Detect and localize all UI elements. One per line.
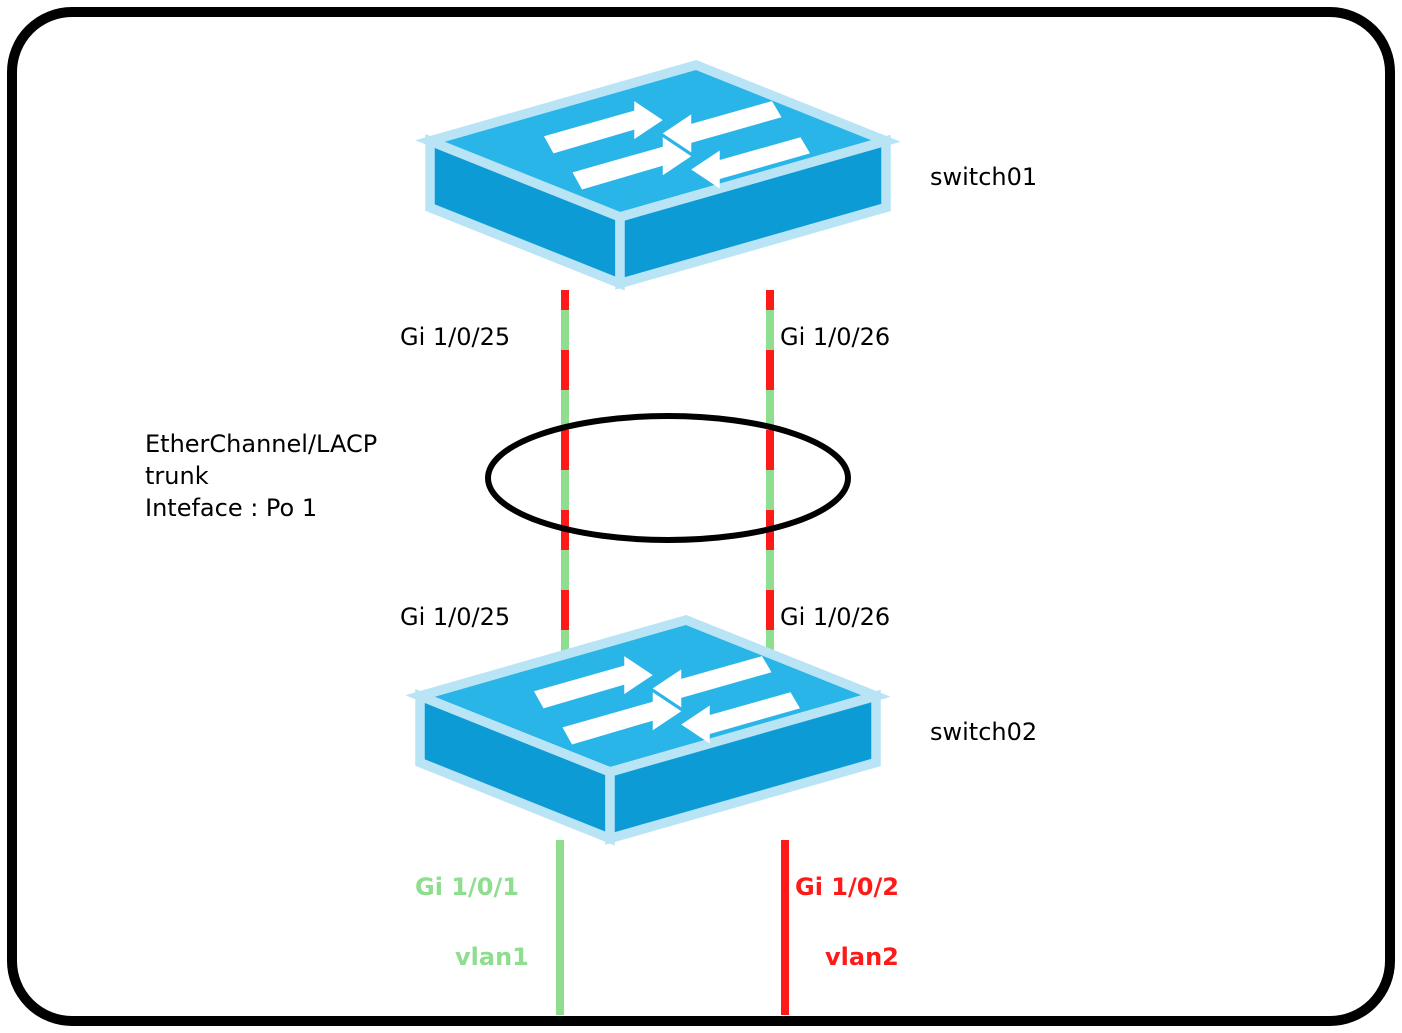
switch01-port-right: Gi 1/0/26 [780, 323, 890, 351]
switch01-port-left: Gi 1/0/25 [400, 323, 510, 351]
etherchannel-annotation-line2: trunk [145, 462, 209, 490]
switch02-label: switch02 [930, 718, 1037, 746]
etherchannel-bundle [488, 416, 848, 540]
switch02-icon [420, 620, 876, 839]
switch01-label: switch01 [930, 163, 1037, 191]
etherchannel-annotation-line3: Inteface : Po 1 [145, 494, 317, 522]
switch01-icon [430, 65, 886, 284]
etherchannel-annotation-line1: EtherChannel/LACP [145, 430, 377, 458]
vlan2-label: vlan2 [825, 943, 899, 971]
switch02-port-left: Gi 1/0/25 [400, 603, 510, 631]
vlan1-label: vlan1 [455, 943, 529, 971]
access-port-right: Gi 1/0/2 [795, 873, 899, 901]
network-diagram: switch01 Gi 1/0/25 Gi 1/0/26 switch02 Gi… [0, 0, 1402, 1033]
access-port-left: Gi 1/0/1 [415, 873, 519, 901]
switch02-port-right: Gi 1/0/26 [780, 603, 890, 631]
